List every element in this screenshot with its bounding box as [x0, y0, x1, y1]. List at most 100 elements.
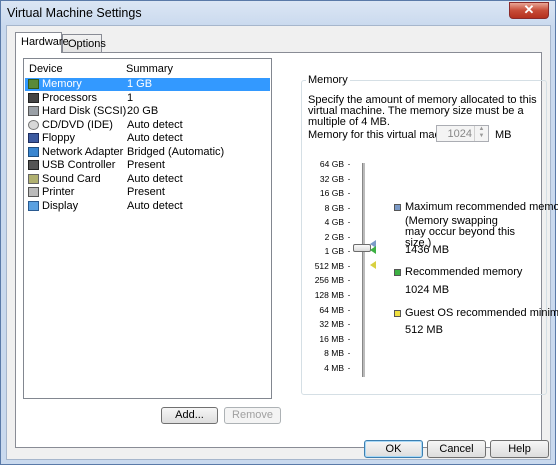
guest-min-label: Guest OS recommended minimum [405, 307, 558, 319]
scale-label: 8 MB [324, 348, 344, 359]
scale-tick [348, 309, 350, 311]
scale-label: 128 MB [314, 289, 344, 300]
device-summary: Auto detect [127, 118, 183, 131]
device-name: Floppy [42, 132, 76, 144]
close-icon: ✕ [523, 2, 535, 17]
display-icon [28, 200, 39, 211]
scale-label: 1 GB [324, 246, 344, 257]
scale-label: 16 GB [319, 188, 344, 199]
title-bar[interactable]: Virtual Machine Settings ✕ [1, 1, 555, 25]
scale-label: 64 GB [319, 159, 344, 169]
device-row-printer[interactable]: Printer Present [25, 186, 270, 199]
processor-icon [28, 92, 39, 103]
device-row-sound-card[interactable]: Sound Card Auto detect [25, 173, 270, 186]
hard-disk-icon [28, 106, 39, 116]
ok-button[interactable]: OK [364, 440, 423, 458]
scale-label: 4 GB [324, 217, 344, 228]
max-recommended-label: Maximum recommended memory [405, 201, 558, 213]
memory-group-title: Memory [306, 74, 350, 86]
scale-label: 4 MB [324, 362, 344, 373]
device-summary: Auto detect [127, 132, 183, 144]
device-list[interactable]: Device Summary Memory 1 GB Processors 1 Hard… [23, 58, 272, 399]
cancel-button[interactable]: Cancel [427, 440, 486, 458]
device-row-network-adapter[interactable]: Network Adapter Bridged (Automatic) [25, 146, 270, 159]
memory-slider-thumb[interactable] [353, 244, 371, 252]
device-name: Display [42, 199, 79, 212]
window-title: Virtual Machine Settings [7, 6, 142, 20]
cd-dvd-icon [28, 119, 39, 130]
scale-tick [348, 164, 350, 165]
device-row-usb-controller[interactable]: USB Controller Present [25, 159, 270, 172]
scale-label: 32 GB [319, 173, 344, 184]
spin-down-icon[interactable]: ▼ [475, 133, 488, 140]
memory-description: Specify the amount of memory allocated t… [308, 94, 537, 128]
column-header-device[interactable]: Device [29, 63, 63, 75]
scale-tick [348, 236, 350, 238]
recommended-marker-icon [370, 246, 376, 254]
device-name: Sound Card [42, 172, 101, 185]
memory-value[interactable]: 1024 [448, 128, 472, 140]
device-row-display[interactable]: Display Auto detect [25, 200, 270, 213]
scale-tick [348, 353, 350, 355]
scale-tick [348, 265, 350, 267]
close-button[interactable]: ✕ [509, 2, 549, 19]
device-row-hard-disk-scsi[interactable]: Hard Disk (SCSI) 20 GB [25, 105, 270, 118]
device-summary: Auto detect [127, 199, 183, 212]
scale-label: 32 MB [319, 319, 344, 330]
usb-icon [28, 160, 39, 170]
device-summary: 20 GB [127, 105, 159, 117]
memory-spinbox[interactable]: 1024 ▲ ▼ [436, 125, 489, 142]
guest-min-value: 512 MB [405, 324, 443, 336]
device-list-header: Device Summary [24, 59, 271, 77]
dialog-client: Hardware Options Device Summary Memory 1 … [6, 25, 558, 460]
floppy-icon [28, 133, 39, 143]
max-recommended-legend-icon [394, 204, 401, 211]
device-summary: 1 GB [127, 78, 153, 90]
tab-hardware[interactable]: Hardware [15, 32, 69, 53]
max-recommended-value: 1436 MB [405, 244, 450, 256]
device-name: Processors [42, 91, 98, 104]
scale-tick [348, 324, 350, 326]
device-row-floppy[interactable]: Floppy Auto detect [25, 132, 270, 145]
tab-hardware-label: Hardware [21, 36, 69, 48]
device-name: Memory [42, 78, 82, 90]
scale-tick [348, 251, 350, 253]
device-row-cd-dvd-ide[interactable]: CD/DVD (IDE) Auto detect [25, 119, 270, 132]
scale-label: 16 MB [319, 333, 344, 344]
device-summary: Present [127, 186, 165, 198]
column-header-summary[interactable]: Summary [126, 63, 173, 75]
device-name: USB Controller [42, 159, 116, 171]
recommended-legend-icon [394, 269, 401, 276]
device-name: CD/DVD (IDE) [42, 118, 113, 131]
scale-label: 8 GB [324, 202, 344, 213]
tab-options-label: Options [68, 38, 106, 50]
hardware-panel: Device Summary Memory 1 GB Processors 1 Hard… [15, 52, 558, 448]
device-summary: 1 [127, 91, 134, 104]
device-name: Network Adapter [42, 145, 124, 158]
device-row-processors[interactable]: Processors 1 [25, 92, 270, 105]
memory-unit: MB [495, 129, 512, 141]
recommended-label: Recommended memory [405, 266, 523, 278]
scale-tick [348, 280, 350, 282]
device-summary: Bridged (Automatic) [127, 145, 225, 158]
sound-card-icon [28, 173, 39, 184]
scale-tick [348, 222, 350, 224]
spin-up-icon[interactable]: ▲ [475, 126, 488, 133]
device-row-memory[interactable]: Memory 1 GB [25, 78, 270, 91]
recommended-value: 1024 MB [405, 284, 450, 296]
help-button[interactable]: Help [490, 440, 549, 458]
device-summary: Auto detect [127, 172, 183, 185]
memory-group: Memory Specify the amount of memory allo… [301, 74, 558, 395]
remove-button[interactable]: Remove [224, 407, 281, 424]
scale-label: 64 MB [319, 304, 344, 315]
network-adapter-icon [28, 146, 39, 157]
scale-tick [348, 338, 350, 340]
scale-tick [348, 178, 350, 180]
add-button[interactable]: Add... [161, 407, 218, 424]
memory-slider-track[interactable] [362, 163, 365, 377]
guest-min-marker-icon [370, 261, 376, 269]
memory-icon [28, 79, 39, 89]
scale-tick [348, 294, 350, 296]
scale-label: 2 GB [324, 231, 344, 242]
scale-label: 256 MB [314, 275, 344, 286]
